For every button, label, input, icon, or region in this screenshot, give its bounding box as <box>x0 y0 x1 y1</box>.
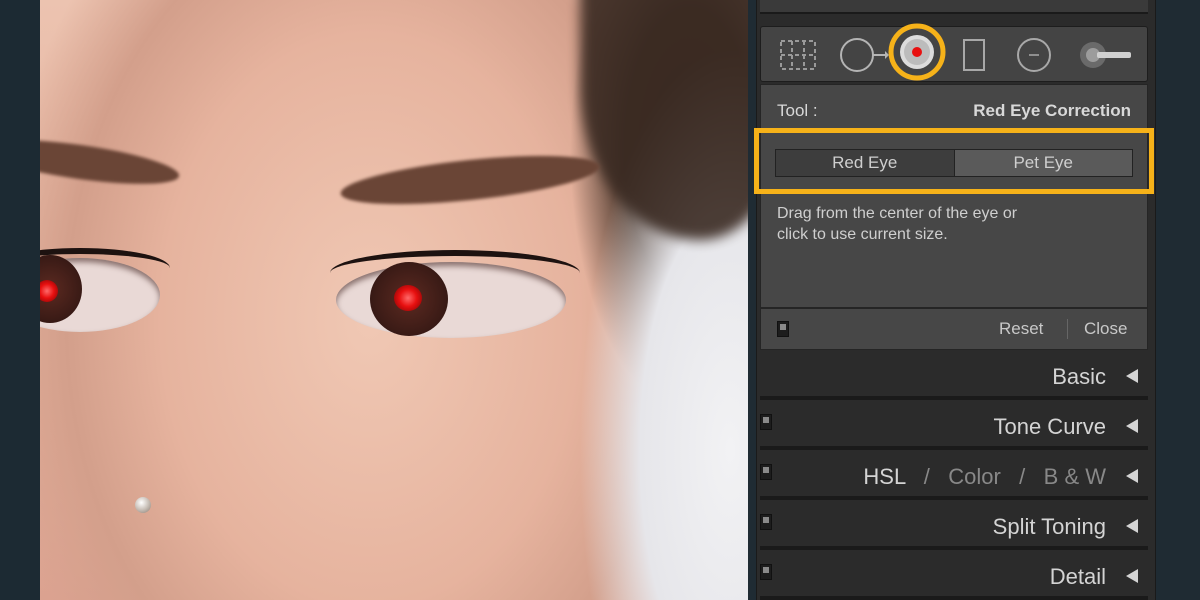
reset-button[interactable]: Reset <box>999 319 1043 339</box>
section-tone-curve-title: Tone Curve <box>993 414 1106 439</box>
collapse-arrow-icon <box>1126 519 1138 533</box>
hint-line-2: click to use current size. <box>777 226 948 243</box>
tool-toggle-switch[interactable] <box>777 321 789 337</box>
tool-options: Tool : Red Eye Correction Drag from the … <box>760 84 1148 308</box>
tool-footer: Reset Close <box>760 308 1148 350</box>
section-basic[interactable]: Basic <box>760 352 1148 400</box>
crop-overlay-icon <box>780 40 816 70</box>
section-hsl[interactable]: HSL / Color / B & W <box>760 452 1148 500</box>
photo-canvas[interactable] <box>40 0 748 600</box>
color-tab[interactable]: Color <box>948 464 1001 489</box>
footer-divider <box>1067 319 1068 339</box>
tool-hint: Drag from the center of the eye or click… <box>777 203 1107 245</box>
tone-curve-toggle[interactable] <box>760 414 772 430</box>
split-toning-toggle[interactable] <box>760 514 772 530</box>
right-eyebrow <box>338 146 602 214</box>
section-split-toning-title: Split Toning <box>992 514 1106 539</box>
graduated-filter-icon <box>963 39 985 71</box>
left-lashes <box>40 248 170 288</box>
detail-toggle[interactable] <box>760 564 772 580</box>
tool-name: Red Eye Correction <box>973 101 1131 120</box>
radial-filter-tool[interactable] <box>1011 27 1057 83</box>
collapse-arrow-icon <box>1126 469 1138 483</box>
nose-ring <box>135 497 151 513</box>
section-hsl-title: HSL / Color / B & W <box>863 464 1106 490</box>
section-detail[interactable]: Detail <box>760 552 1148 600</box>
spot-removal-icon <box>840 38 889 72</box>
section-basic-title: Basic <box>1052 364 1106 389</box>
hsl-tab[interactable]: HSL <box>863 464 905 489</box>
hsl-toggle[interactable] <box>760 464 772 480</box>
crop-tool[interactable] <box>775 27 821 83</box>
section-tone-curve[interactable]: Tone Curve <box>760 402 1148 450</box>
radial-filter-icon <box>1017 38 1051 72</box>
red-eye-tool[interactable] <box>885 23 949 83</box>
collapse-arrow-icon <box>1126 419 1138 433</box>
adjustment-brush-tool[interactable] <box>1075 27 1135 83</box>
hair <box>580 0 748 240</box>
collapse-arrow-icon <box>1126 569 1138 583</box>
section-split-toning[interactable]: Split Toning <box>760 502 1148 550</box>
hsl-separator: / <box>923 464 930 489</box>
section-detail-title: Detail <box>1049 564 1106 589</box>
pet-eye-mode-button[interactable]: Pet Eye <box>954 150 1132 176</box>
red-eye-correction-icon <box>888 23 946 81</box>
tool-strip <box>760 23 1148 83</box>
collapse-arrow-icon <box>1126 369 1138 383</box>
left-eyebrow <box>40 131 182 193</box>
panel-top-strip <box>760 0 1148 14</box>
graduated-filter-tool[interactable] <box>957 27 991 83</box>
spot-removal-tool[interactable] <box>835 27 891 83</box>
hint-line-1: Drag from the center of the eye or <box>777 205 1018 222</box>
red-eye-mode-button[interactable]: Red Eye <box>776 150 955 176</box>
mode-segmented-control: Red Eye Pet Eye <box>775 149 1133 177</box>
tool-label: Tool : <box>777 101 818 120</box>
mode-highlight-box: Red Eye Pet Eye <box>754 128 1154 194</box>
close-button[interactable]: Close <box>1084 319 1127 339</box>
right-lashes <box>330 250 580 296</box>
color-separator: / <box>1019 464 1026 489</box>
adjustment-brush-icon <box>1080 42 1131 68</box>
bw-tab[interactable]: B & W <box>1044 464 1106 489</box>
